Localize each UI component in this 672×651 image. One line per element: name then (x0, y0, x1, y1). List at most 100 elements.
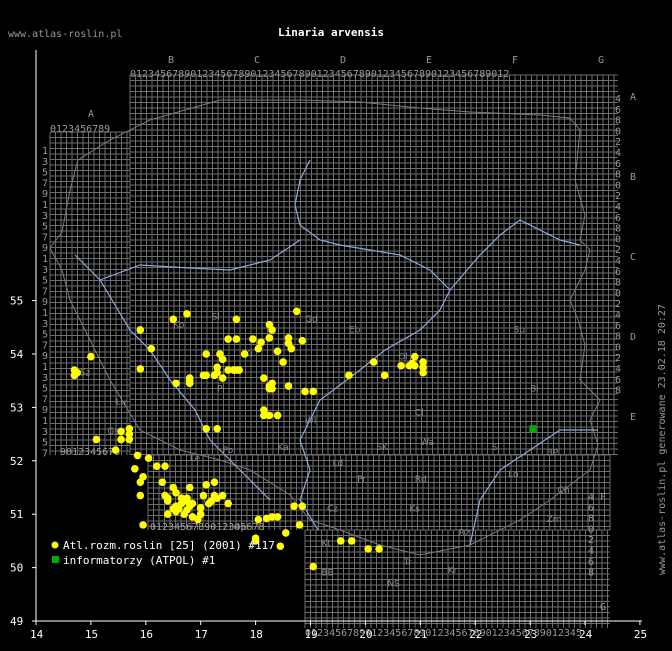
lower-right-col-digit: 4 (588, 492, 594, 503)
occurrence-point-literature (419, 368, 427, 377)
region-label: Wl (305, 416, 316, 426)
occurrence-point-literature (411, 352, 419, 361)
occurrence-point-literature (133, 451, 142, 460)
occurrence-point-literature (158, 478, 167, 486)
region-label: SK (376, 443, 389, 453)
y-tick-label: 54 (10, 348, 24, 361)
left-col-digit: 5 (42, 438, 48, 449)
occurrence-point-literature (224, 335, 232, 343)
occurrence-point-literature (298, 336, 307, 345)
region-label: Cl (415, 408, 424, 418)
occurrence-point-literature (279, 358, 287, 366)
occurrence-point-literature (202, 481, 210, 489)
region-label: Pi (217, 384, 225, 394)
occurrence-point-literature (185, 379, 194, 388)
occurrence-point-literature (177, 494, 186, 502)
region-label: Eb (349, 326, 361, 336)
occurrence-point-literature (265, 411, 274, 420)
occurrence-point-literature (260, 406, 268, 414)
occurrence-point-literature (136, 491, 145, 500)
legend-yellow-marker (51, 541, 59, 549)
left-col-digit: 3 (42, 211, 48, 222)
left-col-digit: 3 (42, 427, 48, 438)
y-tick-label: 50 (10, 562, 23, 575)
region-label: Si (492, 443, 500, 453)
left-col-digit: 7 (42, 340, 48, 351)
occurrence-point-literature (232, 335, 241, 343)
right-col-digit: 6 (615, 159, 621, 170)
left-grid-letter: A (88, 109, 94, 120)
occurrence-point-literature (268, 326, 276, 334)
distribution-map: 14 15 16 17 18 19 20 21 22 23 24 2549505152535455 0… (8, 26, 668, 641)
occurrence-point-literature (260, 374, 268, 382)
occurrence-point-literature (273, 411, 282, 420)
left-col-digit: 5 (42, 330, 48, 341)
top-grid-letter: C (254, 55, 260, 66)
right-col-digit: 8 (615, 332, 621, 343)
map-title: Linaria arvensis (278, 26, 384, 39)
lower-right-col-digit: 4 (588, 546, 594, 557)
occurrence-point-literature (161, 462, 169, 470)
occurrence-point-literature (202, 350, 210, 358)
left-col-digit: 3 (42, 265, 48, 276)
occurrence-point-literature (125, 424, 134, 433)
right-col-digit: 8 (615, 386, 621, 397)
occurrence-point-literature (117, 435, 125, 444)
occurrence-point-literature (347, 537, 356, 545)
region-label: BB (321, 569, 333, 579)
occurrence-point-literature (213, 424, 221, 433)
top-grid-letter: D (340, 55, 346, 66)
right-col-digit: 2 (615, 245, 621, 256)
occurrence-point-literature (172, 489, 180, 497)
occurrence-point-literature (309, 562, 318, 571)
occurrence-point-literature (183, 506, 191, 514)
right-grid-letter: D (630, 332, 636, 343)
occurrence-point-literature (281, 529, 290, 537)
right-grid-letter: C (630, 252, 636, 263)
occurrence-point-literature (172, 379, 180, 388)
left-col-digit: 7 (42, 178, 48, 189)
occurrence-point-literature (408, 359, 416, 368)
left-col-digit: 7 (42, 286, 48, 297)
occurrence-point-literature (185, 483, 194, 492)
occurrence-point-literature (369, 358, 378, 366)
occurrence-point-literature (345, 371, 353, 380)
lower-right-col-digit: 8 (588, 514, 594, 525)
occurrence-point-literature (136, 326, 145, 334)
occurrence-point-literature (136, 478, 145, 486)
occurrence-point-literature (169, 315, 178, 324)
occurrence-point-literature (92, 435, 101, 444)
region-label: Sz (80, 368, 91, 378)
occurrence-point-literature (194, 515, 202, 524)
region-label: BP (547, 448, 559, 458)
left-col-digit: 5 (42, 168, 48, 179)
region-label: Ks (409, 505, 420, 515)
x-tick-label: 14 (30, 628, 44, 641)
left-col-digit: 5 (42, 384, 48, 395)
left-col-digit: 1 (42, 308, 48, 319)
left-col-digit: 9 (42, 351, 48, 362)
bottom-right-grid-letter: G (600, 602, 606, 613)
occurrence-point-literature (284, 339, 293, 348)
left-col-digit: 1 (42, 254, 48, 265)
occurrence-point-literature (309, 387, 318, 396)
right-grid-letter: A (630, 92, 636, 103)
legend-label-green: informatorzy (ATPOL) #1 (63, 554, 215, 567)
region-label: Ld (332, 459, 343, 469)
region-label: Le (190, 454, 201, 464)
right-col-digit: 8 (615, 278, 621, 289)
left-col-digit: 7 (42, 232, 48, 243)
right-col-digit: 0 (615, 288, 621, 299)
region-label: Wa (420, 438, 434, 448)
right-col-digit: 6 (615, 321, 621, 332)
region-label: Lu (116, 398, 127, 408)
region-label: Kr (448, 566, 458, 576)
left-col-digit: 1 (42, 362, 48, 373)
x-tick-label: 18 (250, 628, 263, 641)
x-tick-label: 16 (140, 628, 153, 641)
top-grid-letter: F (512, 55, 518, 66)
right-col-digit: 4 (615, 256, 621, 267)
occurrence-point-literature (254, 344, 263, 353)
site-url[interactable]: www.atlas-roslin.pl (8, 29, 122, 40)
left-col-digit: 3 (42, 373, 48, 384)
